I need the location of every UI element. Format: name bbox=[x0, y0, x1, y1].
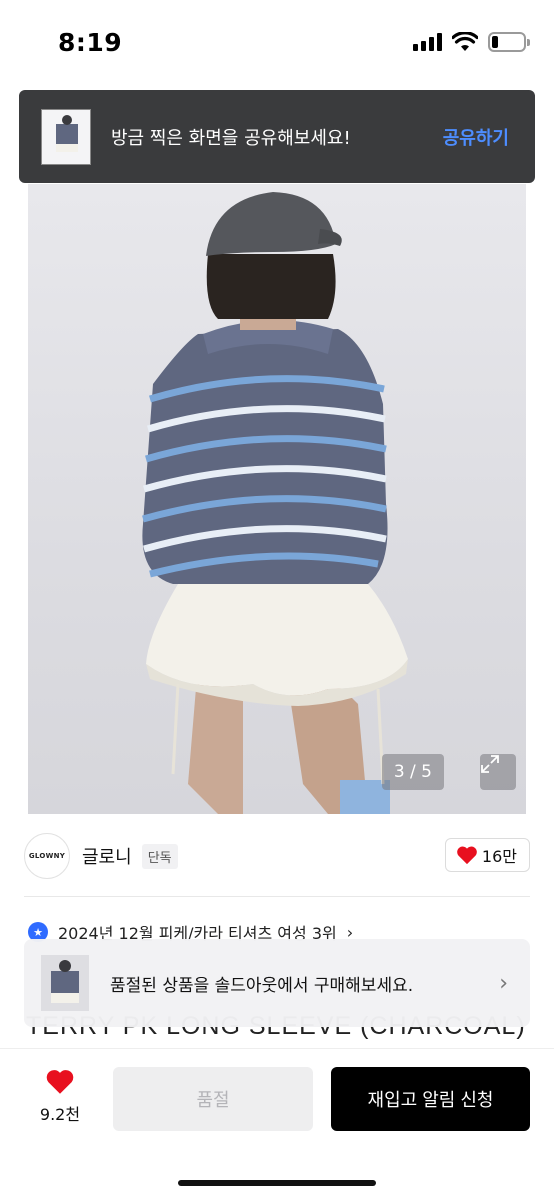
chevron-right-icon: › bbox=[499, 970, 508, 996]
brand-logo[interactable]: GLOWNY bbox=[24, 833, 70, 879]
soldout-thumbnail bbox=[41, 955, 89, 1011]
heart-icon bbox=[457, 846, 477, 865]
image-counter: 3 / 5 bbox=[381, 754, 444, 790]
status-time: 8:19 bbox=[58, 28, 123, 57]
status-bar: 8:19 bbox=[0, 0, 554, 88]
restock-alert-button[interactable]: 재입고 알림 신청 bbox=[331, 1067, 530, 1131]
soldout-banner[interactable]: 품절된 상품을 솔드아웃에서 구매해보세요. › bbox=[24, 939, 530, 1027]
brand-like-button[interactable]: 16만 bbox=[444, 838, 530, 872]
signal-icon bbox=[413, 33, 442, 51]
brand-row: GLOWNY 글로니 단독 16만 bbox=[24, 828, 530, 884]
share-toast: 방금 찍은 화면을 공유해보세요! 공유하기 bbox=[19, 90, 535, 183]
share-message: 방금 찍은 화면을 공유해보세요! bbox=[111, 127, 351, 149]
battery-fill bbox=[492, 36, 498, 48]
soldout-message: 품절된 상품을 솔드아웃에서 구매해보세요. bbox=[110, 975, 414, 996]
soldout-button[interactable]: 품절 bbox=[113, 1067, 313, 1131]
status-icons bbox=[413, 32, 530, 52]
bottom-like-button[interactable]: 9.2천 bbox=[28, 1068, 92, 1125]
product-image[interactable]: 3 / 5 bbox=[28, 184, 526, 814]
screenshot-thumbnail[interactable] bbox=[41, 108, 91, 165]
home-indicator bbox=[178, 1180, 376, 1186]
heart-icon bbox=[46, 1070, 74, 1094]
wifi-icon bbox=[452, 32, 478, 51]
share-button[interactable]: 공유하기 bbox=[443, 124, 509, 150]
divider bbox=[24, 896, 530, 897]
brand-like-count: 16만 bbox=[481, 847, 517, 866]
expand-icon[interactable] bbox=[480, 754, 516, 790]
bottom-like-count: 9.2천 bbox=[39, 1105, 81, 1124]
product-photo bbox=[142, 192, 408, 814]
bottom-bar-divider bbox=[0, 1048, 554, 1049]
battery-icon bbox=[488, 32, 530, 52]
brand-name[interactable]: 글로니 bbox=[82, 843, 132, 869]
exclusive-badge: 단독 bbox=[141, 843, 178, 869]
